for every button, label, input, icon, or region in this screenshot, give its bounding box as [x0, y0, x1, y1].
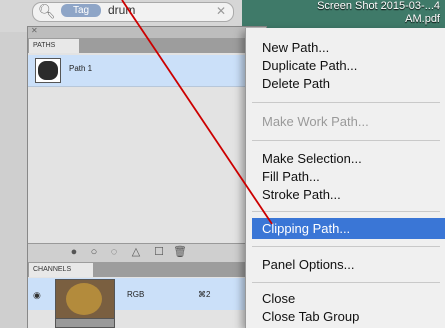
menu-item-make-selection[interactable]: Make Selection... — [262, 151, 362, 167]
path-label: Path 1 — [69, 64, 93, 73]
eye-icon[interactable]: ◉ — [33, 290, 45, 300]
desktop-file-label[interactable]: Screen Shot 2015-03-...4 AM.pdf — [300, 0, 440, 26]
channel-name: RGB — [127, 290, 145, 299]
menu-item-new-path[interactable]: New Path... — [262, 40, 329, 56]
tab-paths[interactable]: PATHS — [29, 39, 79, 53]
menu-item-delete-path[interactable]: Delete Path — [262, 76, 330, 92]
search-query-text[interactable]: drum — [108, 3, 135, 17]
new-path-icon[interactable]: ☐ — [151, 245, 167, 259]
clear-search-icon[interactable]: ✕ — [216, 4, 230, 18]
channel-thumbnail-2 — [55, 318, 115, 328]
load-selection-icon[interactable]: ◌ — [106, 245, 122, 259]
paths-footer — [28, 243, 266, 262]
left-toolbar-strip — [0, 32, 28, 328]
menu-item-panel-options[interactable]: Panel Options... — [262, 257, 355, 273]
menu-separator — [252, 282, 440, 283]
menu-separator — [252, 140, 440, 141]
panel-close-icon[interactable]: ✕ — [31, 27, 41, 35]
stroke-path-icon[interactable]: ○ — [86, 245, 102, 259]
work-path-icon[interactable]: △ — [128, 245, 144, 259]
delete-path-icon[interactable]: 🗑︎ — [172, 245, 188, 259]
menu-item-duplicate-path[interactable]: Duplicate Path... — [262, 58, 357, 74]
path-thumbnail-shape — [38, 61, 58, 80]
tab-channels[interactable]: CHANNELS — [29, 263, 93, 277]
menu-item-clipping-path[interactable]: Clipping Path... — [262, 221, 350, 237]
menu-item-make-work-path: Make Work Path... — [262, 114, 369, 129]
menu-separator — [252, 246, 440, 247]
channel-shortcut: ⌘2 — [198, 290, 211, 299]
menu-item-stroke-path[interactable]: Stroke Path... — [262, 187, 341, 203]
menu-separator — [252, 211, 440, 212]
menu-separator — [252, 102, 440, 103]
search-tag-token[interactable]: Tag — [61, 4, 101, 17]
search-icon[interactable]: 🔍︎ — [38, 3, 56, 19]
menu-item-fill-path[interactable]: Fill Path... — [262, 169, 320, 185]
menu-item-close[interactable]: Close — [262, 291, 295, 307]
fill-path-icon[interactable]: ● — [66, 245, 82, 259]
path-row[interactable] — [28, 55, 258, 87]
channel-thumbnail-image — [66, 283, 102, 315]
menu-item-close-tab-group[interactable]: Close Tab Group — [262, 309, 359, 325]
